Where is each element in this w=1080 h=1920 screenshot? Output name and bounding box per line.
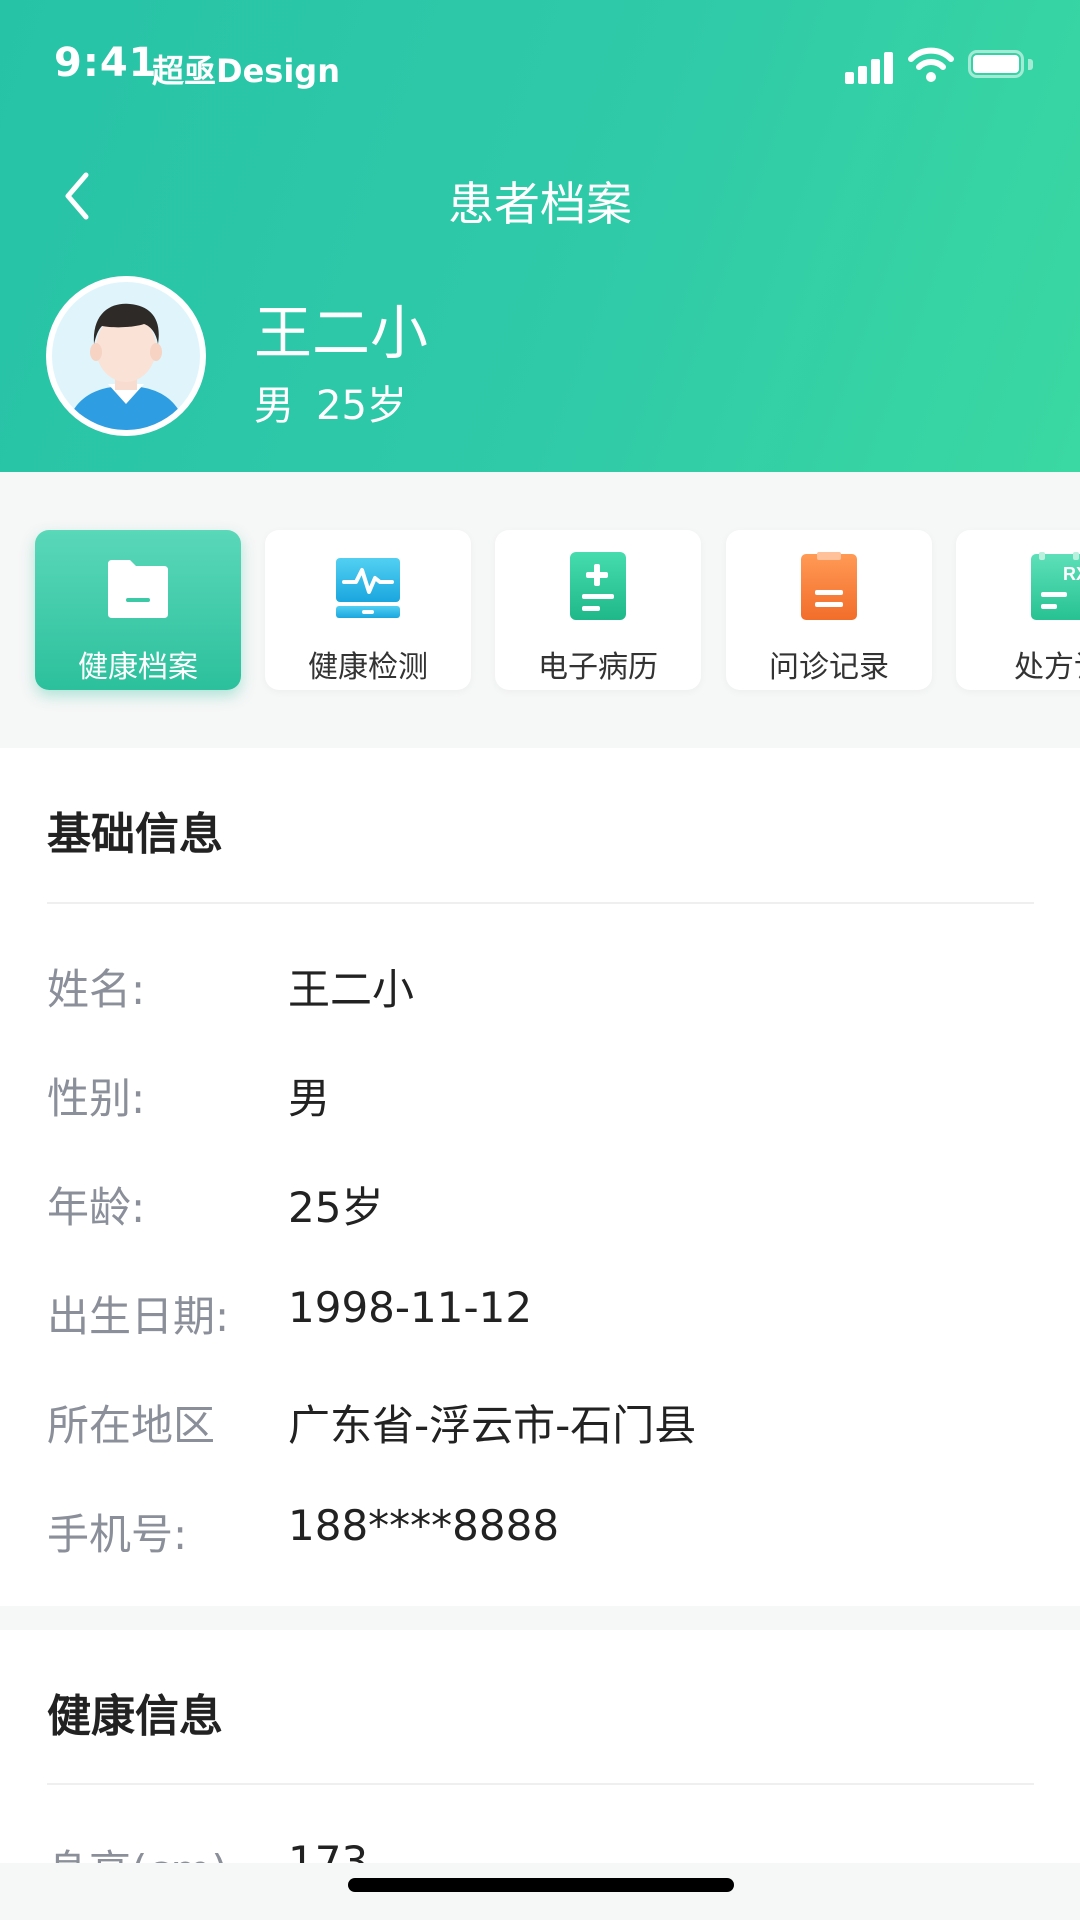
divider bbox=[47, 1783, 1034, 1785]
patient-meta: 男 25岁 bbox=[254, 373, 429, 431]
info-value-region: 广东省-浮云市-石门县 bbox=[288, 1401, 697, 1450]
prescription-icon: RX bbox=[1031, 552, 1080, 620]
header: 9:41 超亟Design 患者档案 王二小 男 25岁 bbox=[0, 0, 1080, 472]
clipboard-icon bbox=[801, 552, 857, 620]
home-indicator[interactable] bbox=[348, 1878, 734, 1892]
signal-icon bbox=[845, 50, 893, 84]
health-info-section: 健康信息 身高(cm): 173 bbox=[0, 1630, 1080, 1863]
status-carrier: 超亟Design bbox=[152, 52, 340, 90]
info-value-height: 173 bbox=[288, 1837, 369, 1863]
section-title: 健康信息 bbox=[47, 1691, 223, 1742]
divider bbox=[47, 902, 1034, 904]
info-value-birthdate: 1998-11-12 bbox=[288, 1283, 533, 1332]
page-title: 患者档案 bbox=[448, 177, 632, 231]
svg-text:RX: RX bbox=[1063, 564, 1080, 584]
info-value-gender: 男 bbox=[288, 1074, 331, 1123]
tab-label: 问诊记录 bbox=[769, 650, 889, 685]
info-label-age: 年龄: bbox=[47, 1183, 146, 1232]
tab-health-record[interactable]: 健康档案 bbox=[35, 530, 241, 690]
status-bar: 9:41 超亟Design bbox=[0, 0, 1080, 132]
info-value-age: 25岁 bbox=[288, 1183, 384, 1232]
patient-age: 25岁 bbox=[316, 383, 407, 429]
tab-label: 处方记 bbox=[1014, 650, 1080, 685]
category-tabs: 健康档案 健康检测 电子病历 问诊记录 R 处方 bbox=[0, 472, 1080, 748]
info-label-region: 所在地区 bbox=[47, 1401, 216, 1450]
info-label-gender: 性别: bbox=[47, 1074, 146, 1123]
info-value-name: 王二小 bbox=[288, 965, 415, 1014]
tab-label: 电子病历 bbox=[538, 650, 658, 685]
wifi-icon bbox=[908, 47, 954, 82]
info-label-height: 身高(cm): bbox=[47, 1837, 242, 1863]
tab-prescription-record[interactable]: RX 处方记 bbox=[956, 530, 1080, 690]
info-value-phone: 188****8888 bbox=[288, 1501, 560, 1550]
tab-health-check[interactable]: 健康检测 bbox=[265, 530, 471, 690]
section-title: 基础信息 bbox=[47, 809, 223, 860]
patient-gender: 男 bbox=[254, 383, 294, 429]
tab-medical-record[interactable]: 电子病历 bbox=[495, 530, 701, 690]
patient-name: 王二小 bbox=[254, 299, 429, 367]
tab-label: 健康检测 bbox=[308, 650, 428, 685]
tab-label: 健康档案 bbox=[78, 650, 198, 685]
status-time: 9:41 bbox=[54, 40, 158, 86]
basic-info-section: 基础信息 姓名: 王二小 性别: 男 年龄: 25岁 出生日期: 1998-11… bbox=[0, 748, 1080, 1606]
folder-icon bbox=[108, 560, 168, 618]
avatar bbox=[46, 276, 206, 436]
info-label-birthdate: 出生日期: bbox=[47, 1292, 230, 1341]
info-label-name: 姓名: bbox=[47, 965, 146, 1014]
battery-icon bbox=[968, 50, 1034, 82]
tab-consultation-record[interactable]: 问诊记录 bbox=[726, 530, 932, 690]
heart-monitor-icon bbox=[336, 558, 400, 618]
info-label-phone: 手机号: bbox=[47, 1510, 188, 1559]
medical-record-icon bbox=[570, 552, 626, 620]
